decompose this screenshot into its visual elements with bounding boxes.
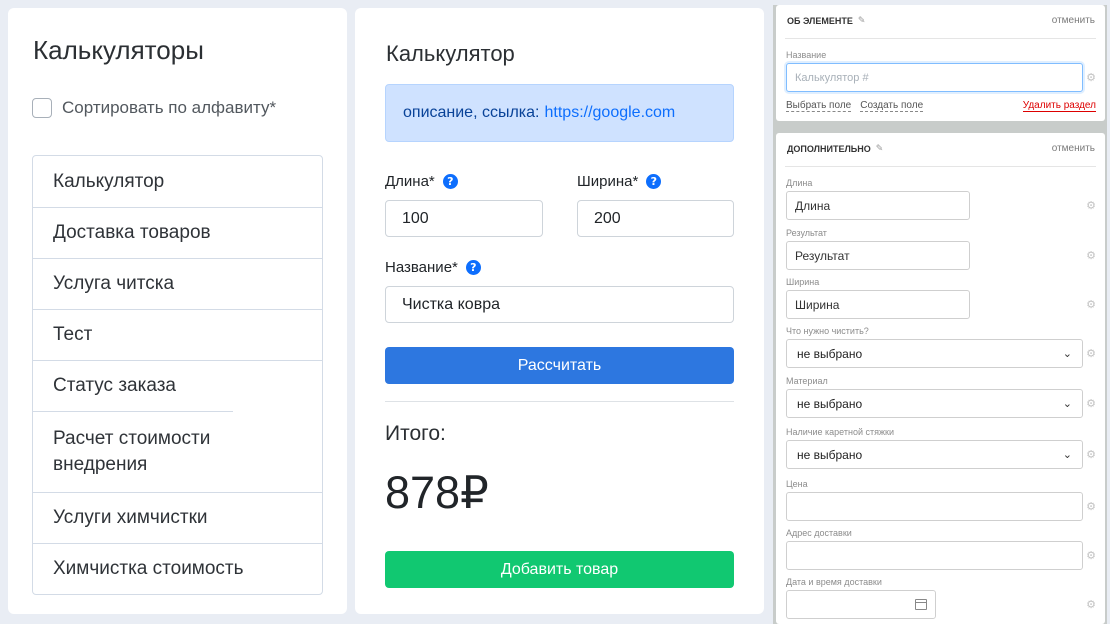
price-field-input[interactable] <box>786 492 1083 521</box>
clean-select[interactable]: не выбрано ⌄ <box>786 339 1083 368</box>
cancel-link[interactable]: отменить <box>1052 143 1095 154</box>
list-item[interactable]: Расчет стоимости внедрения <box>33 411 233 492</box>
length-field-input[interactable]: Длина <box>786 191 970 220</box>
help-icon[interactable]: ? <box>465 260 481 275</box>
delete-section-link[interactable]: Удалить раздел <box>1022 100 1096 112</box>
gear-icon[interactable]: ⚙ <box>1086 598 1096 611</box>
width-label-text: Ширина* <box>577 173 639 190</box>
additional-card: Дополнительно ✎ отменить Длина Длина ⚙ Р… <box>776 133 1105 624</box>
material-field-label: Материал <box>786 376 828 386</box>
gear-icon[interactable]: ⚙ <box>1086 199 1096 212</box>
list-item[interactable]: Калькулятор <box>33 156 322 207</box>
list-item[interactable]: Услуги химчистки <box>33 492 322 543</box>
additional-card-title-text: Дополнительно <box>787 143 871 154</box>
help-icon[interactable]: ? <box>646 174 662 189</box>
chevron-down-icon: ⌄ <box>1062 347 1072 360</box>
gear-icon[interactable]: ⚙ <box>1086 448 1096 461</box>
clean-field-label: Что нужно чистить? <box>786 326 869 336</box>
list-item[interactable]: Тест <box>33 309 322 360</box>
gear-icon[interactable]: ⚙ <box>1086 249 1096 262</box>
element-actions: Выбрать поле Создать поле Удалить раздел <box>786 100 1096 112</box>
width-field-input[interactable]: Ширина <box>786 290 970 319</box>
length-label: Длина* ? <box>385 173 458 190</box>
chevron-down-icon: ⌄ <box>1062 448 1072 461</box>
gear-icon[interactable]: ⚙ <box>1086 397 1096 410</box>
additional-card-title: Дополнительно ✎ <box>787 144 883 154</box>
carriage-field-label: Наличие каретной стяжки <box>786 427 894 437</box>
info-alert: описание, ссылка: https://google.com <box>385 84 734 142</box>
gear-icon[interactable]: ⚙ <box>1086 298 1096 311</box>
address-field-label: Адрес доставки <box>786 528 852 538</box>
datetime-field-input[interactable] <box>786 590 936 619</box>
element-name-input[interactable]: Калькулятор # <box>786 63 1083 92</box>
gear-icon[interactable]: ⚙ <box>1086 549 1096 562</box>
element-card-title: Об элементе ✎ <box>787 16 865 26</box>
calculators-list: Калькулятор Доставка товаров Услуга читс… <box>32 155 323 595</box>
select-field-link[interactable]: Выбрать поле <box>786 100 852 112</box>
width-label: Ширина* ? <box>577 173 662 190</box>
length-input[interactable]: 100 <box>385 200 543 237</box>
gear-icon[interactable]: ⚙ <box>1086 500 1096 513</box>
carriage-select[interactable]: не выбрано ⌄ <box>786 440 1083 469</box>
calculate-button[interactable]: Рассчитать <box>385 347 734 384</box>
cancel-link[interactable]: отменить <box>1052 15 1095 26</box>
result-field-input[interactable]: Результат <box>786 241 970 270</box>
calculators-panel: Калькуляторы Сортировать по алфавиту* Ка… <box>8 8 347 614</box>
list-item[interactable]: Доставка товаров <box>33 207 322 258</box>
list-item[interactable]: Услуга читска <box>33 258 322 309</box>
info-link[interactable]: https://google.com <box>545 104 676 122</box>
name-label-text: Название* <box>385 259 458 276</box>
calculator-title: Калькулятор <box>386 41 515 66</box>
calendar-icon[interactable] <box>915 599 927 610</box>
gear-icon[interactable]: ⚙ <box>1086 347 1096 360</box>
width-field-label: Ширина <box>786 277 820 287</box>
calculator-panel: Калькулятор описание, ссылка: https://go… <box>355 8 764 614</box>
carriage-select-value: не выбрано <box>797 447 863 462</box>
divider <box>785 166 1096 167</box>
element-card-title-text: Об элементе <box>787 15 853 26</box>
total-label: Итого: <box>385 422 446 445</box>
chevron-down-icon: ⌄ <box>1062 397 1072 410</box>
pencil-icon[interactable]: ✎ <box>876 144 884 154</box>
result-field-label: Результат <box>786 228 827 238</box>
divider <box>385 401 734 402</box>
list-item[interactable]: Химчистка стоимость <box>33 543 322 594</box>
name-field-label: Название <box>786 50 827 60</box>
element-card-header: Об элементе ✎ отменить <box>787 15 1095 26</box>
name-input[interactable]: Чистка ковра <box>385 286 734 323</box>
additional-card-header: Дополнительно ✎ отменить <box>787 143 1095 154</box>
clean-select-value: не выбрано <box>797 346 863 361</box>
total-value: 878₽ <box>385 467 489 518</box>
address-field-input[interactable] <box>786 541 1083 570</box>
sort-checkbox[interactable] <box>32 98 52 118</box>
length-field-label: Длина <box>786 178 813 188</box>
name-label: Название* ? <box>385 259 481 276</box>
datetime-field-label: Дата и время доставки <box>786 577 882 587</box>
length-label-text: Длина* <box>385 173 435 190</box>
calculators-title: Калькуляторы <box>33 35 204 65</box>
gear-icon[interactable]: ⚙ <box>1086 71 1096 84</box>
material-select[interactable]: не выбрано ⌄ <box>786 389 1083 418</box>
sort-alphabetically-option[interactable]: Сортировать по алфавиту* <box>32 98 276 118</box>
element-card: Об элементе ✎ отменить Название Калькуля… <box>776 5 1105 121</box>
sort-label: Сортировать по алфавиту* <box>62 98 277 117</box>
material-select-value: не выбрано <box>797 396 863 411</box>
pencil-icon[interactable]: ✎ <box>858 16 866 26</box>
help-icon[interactable]: ? <box>442 174 458 189</box>
add-product-button[interactable]: Добавить товар <box>385 551 734 588</box>
list-item[interactable]: Статус заказа <box>33 360 322 411</box>
divider <box>785 38 1096 39</box>
create-field-link[interactable]: Создать поле <box>860 100 924 112</box>
price-field-label: Цена <box>786 479 808 489</box>
width-input[interactable]: 200 <box>577 200 734 237</box>
info-text: описание, ссылка: <box>403 104 540 121</box>
